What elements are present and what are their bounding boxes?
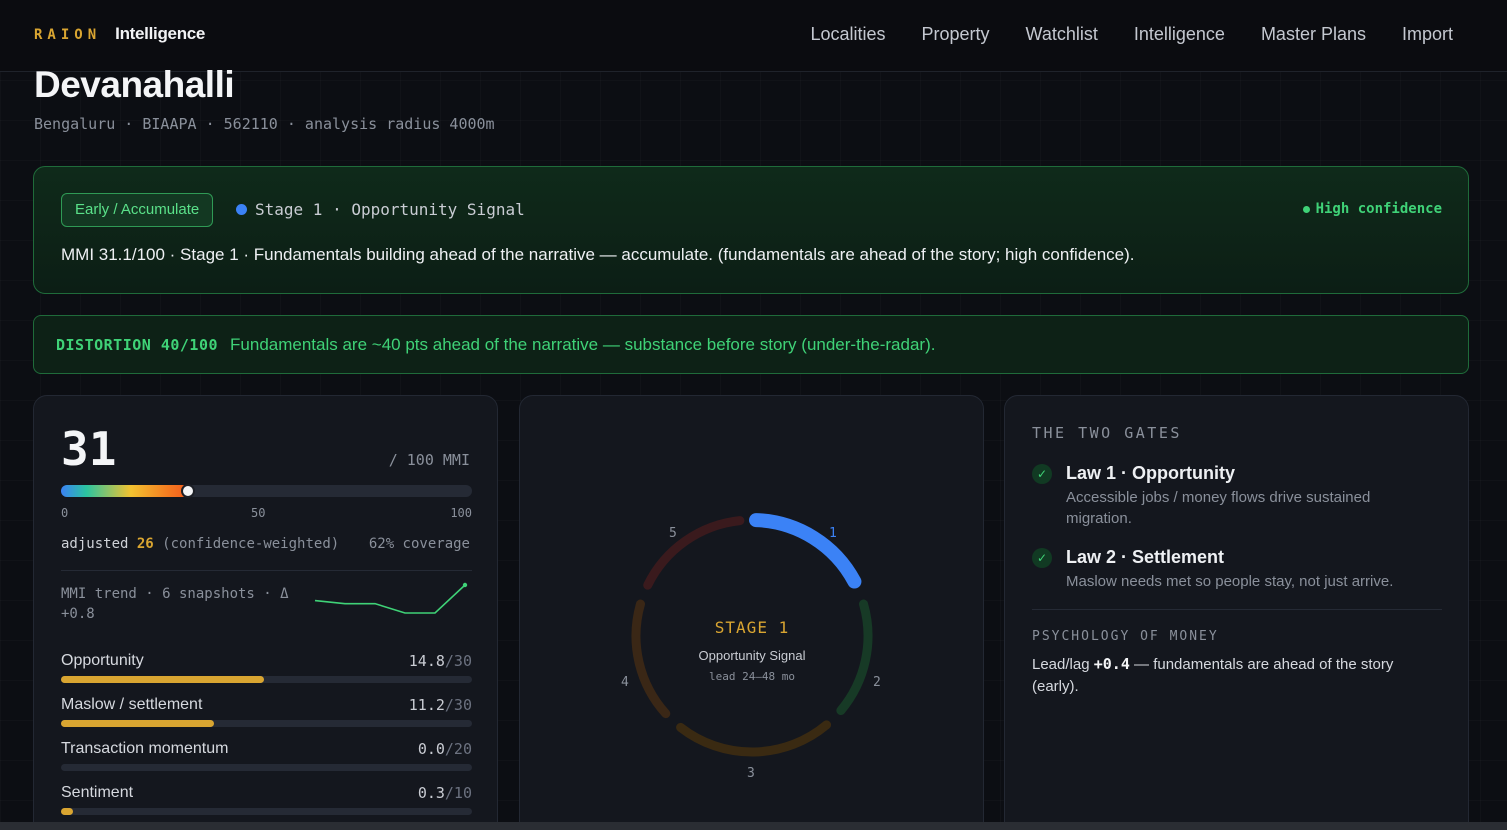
gates-title: THE TWO GATES: [1032, 424, 1182, 442]
stage-2-segment: [836, 599, 873, 716]
metric-value: 14.8/30: [408, 652, 472, 670]
adjusted-value: 26: [136, 536, 154, 552]
stage-3-segment: [676, 720, 832, 757]
metric-label: Maslow / settlement: [61, 696, 203, 713]
stage-dial: 1 2 3 4 5 STAGE 1 Opportunity Signal lea…: [621, 513, 881, 781]
law-desc: Accessible jobs / money flows drive sust…: [1066, 489, 1371, 527]
stage-label-5: 5: [669, 526, 677, 541]
metric-value: 11.2/30: [408, 696, 472, 714]
gates-panel: THE TWO GATES ✓ Law 1 · Opportunity Acce…: [1004, 395, 1469, 830]
metric-fill: [61, 676, 264, 683]
metric-value: 0.0/20: [417, 740, 472, 758]
metric-fill: [61, 808, 74, 815]
page-title: Devanahalli: [34, 64, 235, 105]
stage-label-3: 3: [747, 766, 755, 781]
stage-label-4: 4: [621, 675, 629, 690]
metric-label: Sentiment: [61, 784, 134, 801]
metric-track: [61, 764, 472, 771]
mmi-gauge-fill: [61, 485, 189, 497]
confidence-badge: High confidence: [1302, 201, 1442, 217]
top-nav: RAION Intelligence Localities Property W…: [0, 0, 1507, 72]
nav-import[interactable]: Import: [1402, 24, 1453, 45]
mmi-scale: / 100 MMI: [388, 451, 470, 469]
distortion-label: DISTORTION 40/100: [56, 335, 219, 354]
mmi-gauge: [61, 484, 472, 498]
locality-subtitle: Bengaluru · BIAAPA · 562110 · analysis r…: [34, 115, 495, 133]
stage-tag-label: Stage 1 · Opportunity Signal: [255, 200, 525, 219]
distortion-text: Fundamentals are ~40 pts ahead of the na…: [230, 334, 936, 354]
stage-tag: Stage 1 · Opportunity Signal: [236, 200, 525, 219]
dial-stage-title: STAGE 1: [715, 618, 789, 637]
status-summary: MMI 31.1/100 · Stage 1 · Fundamentals bu…: [61, 245, 1135, 264]
status-card: Early / Accumulate Stage 1 · Opportunity…: [33, 166, 1469, 294]
nav-intelligence[interactable]: Intelligence: [1134, 24, 1225, 45]
confidence-dot-icon: [1302, 205, 1310, 213]
trend-label: MMI trend · 6 snapshots · Δ +0.8: [61, 586, 289, 622]
metric-fill: [61, 720, 215, 727]
metric-label: Opportunity: [61, 652, 144, 669]
law-desc: Maslow needs met so people stay, not jus…: [1066, 573, 1394, 590]
bottom-scrollbar[interactable]: [0, 822, 1507, 830]
action-pill: Early / Accumulate: [61, 193, 214, 227]
adjusted-label: adjusted: [61, 536, 129, 552]
dial-lead: lead 24–48 mo: [709, 670, 795, 683]
law-title: Law 2 · Settlement: [1066, 547, 1225, 567]
nav-localities[interactable]: Localities: [810, 24, 885, 45]
nav-property[interactable]: Property: [921, 24, 989, 45]
sparkline-line: [314, 584, 466, 614]
brand-name: Intelligence: [115, 24, 206, 43]
nav-master-plans[interactable]: Master Plans: [1261, 24, 1366, 45]
stage-dot-icon: [236, 204, 247, 215]
adjusted-score: adjusted 26 (confidence-weighted): [61, 536, 339, 552]
trend-sparkline: [314, 582, 468, 614]
check-icon: ✓: [1032, 464, 1052, 484]
psychology-title: PSYCHOLOGY OF MONEY: [1032, 629, 1219, 644]
psychology-text: Lead/lag +0.4 — fundamentals are ahead o…: [1032, 653, 1432, 698]
adjusted-note: (confidence-weighted): [162, 536, 340, 552]
stage-panel: 1 2 3 4 5 STAGE 1 Opportunity Signal lea…: [519, 395, 984, 830]
psy-value: +0.4: [1093, 655, 1130, 673]
divider: [61, 570, 472, 571]
law-title: Law 1 · Opportunity: [1066, 463, 1235, 483]
divider: [1032, 609, 1442, 610]
distortion-card: DISTORTION 40/100 Fundamentals are ~40 p…: [33, 315, 1469, 374]
brand[interactable]: RAION Intelligence: [34, 24, 205, 44]
dial-stage-name: Opportunity Signal: [699, 648, 806, 663]
tick-0: 0: [61, 506, 69, 520]
stage-label-1: 1: [829, 526, 837, 541]
stage-4-segment: [631, 599, 671, 719]
psy-prefix: Lead/lag: [1032, 656, 1090, 673]
metric-track: [61, 676, 472, 683]
mmi-score: 31: [61, 422, 117, 476]
metric-value: 0.3/10: [417, 784, 472, 802]
metric-track: [61, 808, 472, 815]
metric-track: [61, 720, 472, 727]
confidence-label: High confidence: [1315, 201, 1442, 217]
stage-5-segment: [643, 516, 745, 590]
nav-links: Localities Property Watchlist Intelligen…: [810, 24, 1453, 45]
brand-mark: RAION: [34, 27, 102, 43]
tick-100: 100: [450, 506, 472, 520]
sparkline-last-point: [462, 582, 468, 588]
stage-1-segment-active: [749, 513, 862, 589]
check-icon: ✓: [1032, 548, 1052, 568]
stage-label-2: 2: [873, 675, 881, 690]
mmi-panel: 31 / 100 MMI 0 50 100 adjusted 26 (confi…: [33, 395, 498, 830]
metric-label: Transaction momentum: [61, 740, 229, 757]
tick-50: 50: [251, 506, 266, 520]
nav-watchlist[interactable]: Watchlist: [1026, 24, 1098, 45]
coverage: 62% coverage: [368, 536, 470, 552]
gauge-ticks: 0 50 100: [61, 506, 472, 522]
mmi-gauge-knob: [181, 484, 196, 498]
